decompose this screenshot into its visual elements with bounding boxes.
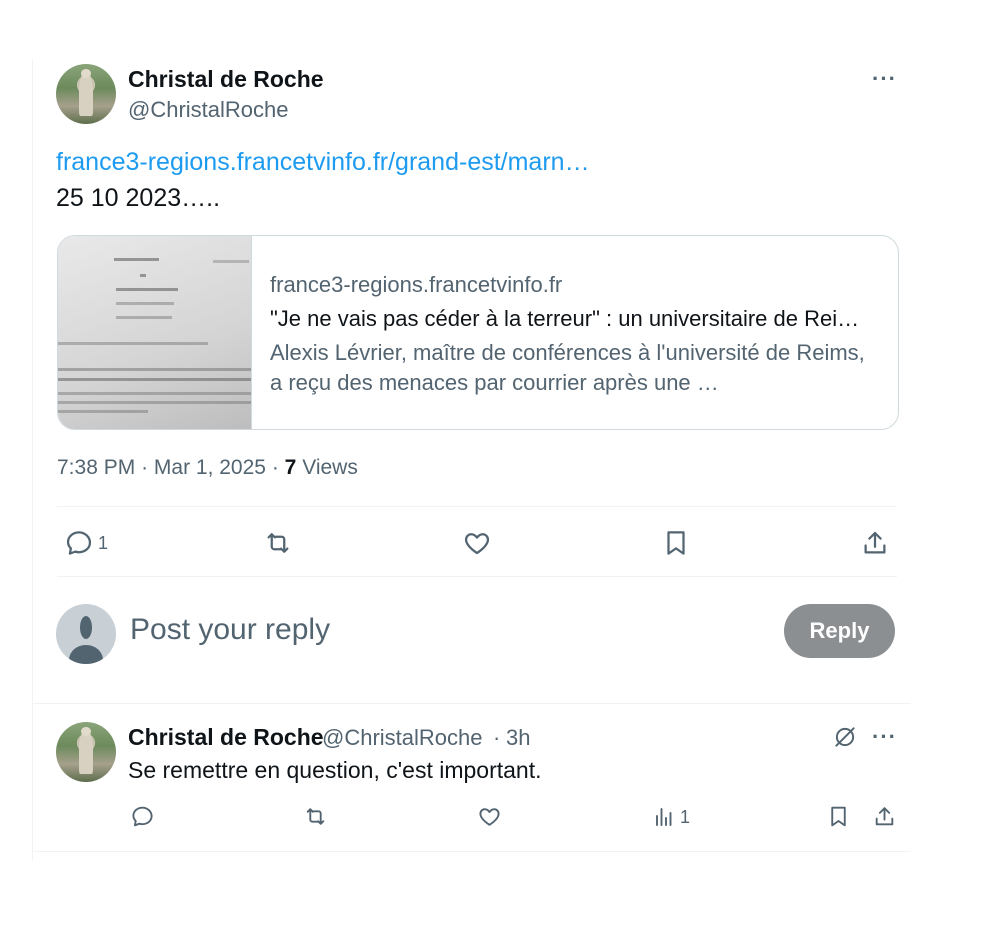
like-icon bbox=[479, 808, 500, 826]
reply-views-button[interactable]: 1 bbox=[652, 805, 690, 829]
reply-like-button[interactable] bbox=[477, 804, 502, 829]
user-avatar[interactable] bbox=[56, 604, 116, 664]
grok-icon bbox=[835, 727, 855, 747]
reply-input[interactable]: Post your reply bbox=[130, 613, 330, 647]
reply-share-button[interactable] bbox=[872, 804, 897, 829]
author-handle[interactable]: @ChristalRoche bbox=[128, 97, 289, 123]
reply-count: 1 bbox=[98, 532, 109, 553]
reply-submit-button[interactable]: Reply bbox=[784, 604, 895, 658]
reply-text: Se remettre en question, c'est important… bbox=[128, 757, 542, 783]
post-date[interactable]: Mar 1, 2025 bbox=[154, 456, 266, 479]
link-preview-card[interactable]: france3-regions.francetvinfo.fr "Je ne v… bbox=[57, 235, 899, 430]
reply-button[interactable]: 1 bbox=[64, 528, 108, 558]
author-name[interactable]: Christal de Roche bbox=[128, 66, 324, 93]
repost-icon bbox=[267, 533, 289, 553]
bookmark-icon bbox=[831, 806, 846, 827]
reply-bookmark-button[interactable] bbox=[826, 804, 851, 829]
divider bbox=[33, 703, 911, 704]
repost-button[interactable] bbox=[262, 528, 294, 558]
reply-reply-button[interactable] bbox=[130, 804, 155, 829]
reply-repost-button[interactable] bbox=[302, 804, 329, 829]
meta-separator: · bbox=[271, 456, 279, 479]
post-link[interactable]: france3-regions.francetvinfo.fr/grand-es… bbox=[56, 148, 590, 177]
bookmark-button[interactable] bbox=[661, 528, 691, 558]
reply-views-count: 1 bbox=[680, 806, 691, 827]
document-letter-photo-icon bbox=[58, 236, 252, 429]
card-title: "Je ne vais pas céder à la terreur" : un… bbox=[270, 306, 860, 331]
share-button[interactable] bbox=[860, 528, 890, 558]
reply-more-icon[interactable]: ··· bbox=[872, 724, 897, 750]
views-icon bbox=[656, 808, 672, 826]
meta-separator: · bbox=[141, 456, 149, 479]
reply-icon bbox=[66, 531, 92, 555]
divider bbox=[57, 506, 897, 507]
author-avatar[interactable] bbox=[56, 64, 116, 124]
reply-author-handle[interactable]: @ChristalRoche bbox=[322, 725, 483, 751]
reply-icon bbox=[132, 806, 153, 827]
post-text: 25 10 2023….. bbox=[56, 184, 221, 212]
divider bbox=[33, 851, 911, 852]
post-meta: 7:38 PM · Mar 1, 2025 · 7 Views bbox=[57, 456, 358, 480]
share-icon bbox=[875, 807, 894, 826]
card-domain: france3-regions.francetvinfo.fr bbox=[270, 272, 563, 297]
reply-time[interactable]: 3h bbox=[506, 725, 530, 751]
repost-icon bbox=[306, 808, 325, 825]
like-button[interactable] bbox=[462, 528, 492, 558]
views-count: 7 bbox=[284, 456, 297, 479]
grok-button[interactable] bbox=[832, 724, 858, 750]
thread-line bbox=[32, 60, 33, 860]
post-time[interactable]: 7:38 PM bbox=[57, 456, 135, 479]
card-description: Alexis Lévrier, maître de conférences à … bbox=[270, 340, 865, 395]
like-icon bbox=[464, 533, 490, 555]
bookmark-icon bbox=[667, 531, 685, 555]
divider bbox=[57, 576, 897, 577]
reply-author-name[interactable]: Christal de Roche bbox=[128, 724, 324, 751]
more-icon[interactable]: ··· bbox=[872, 66, 897, 92]
reply-author-avatar[interactable] bbox=[56, 722, 116, 782]
views-label: Views bbox=[302, 456, 358, 479]
reply-dot-separator: · bbox=[493, 725, 501, 750]
share-icon bbox=[864, 531, 886, 554]
